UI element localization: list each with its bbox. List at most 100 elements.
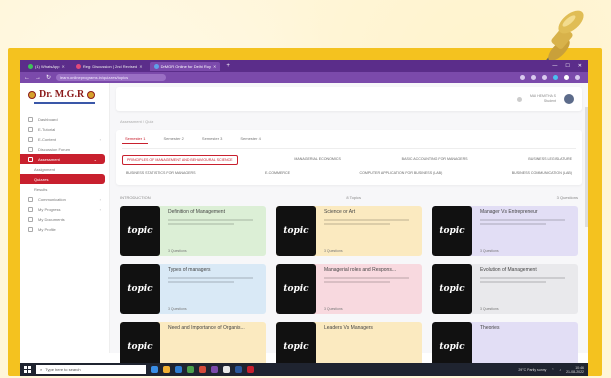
reload-icon[interactable]: ↻ <box>46 74 51 81</box>
window-controls: — ☐ ✕ <box>552 63 588 69</box>
edge-icon[interactable] <box>175 366 182 373</box>
maximize-icon[interactable]: ☐ <box>565 63 569 69</box>
topic-card[interactable]: topic Manager Vs Entrepreneur 3 Question… <box>432 206 578 256</box>
task-view-icon[interactable] <box>151 366 158 373</box>
topic-body: Types of managers 3 Questions <box>164 264 266 314</box>
chrome-icon[interactable] <box>223 366 230 373</box>
extension-icon[interactable] <box>564 75 569 80</box>
network-icon[interactable]: ⌃ <box>551 368 554 372</box>
topic-grid: topic Definition of Management 3 Questio… <box>116 206 582 372</box>
sidebar-item-discussion-forum[interactable]: Discussion Forum <box>20 144 109 154</box>
topic-image: topic <box>432 264 472 314</box>
forum-icon <box>28 146 33 152</box>
file-explorer-icon[interactable] <box>163 366 170 373</box>
new-tab-button[interactable]: + <box>223 63 233 69</box>
subject-tab[interactable]: BUSINESS LEGISLATURE <box>524 155 576 165</box>
browser-tab-drmgr[interactable]: DrMGR Online for Delhi Roy ✕ <box>149 61 221 71</box>
close-icon[interactable]: ✕ <box>139 64 142 69</box>
sidebar: Dr. M.G.R Dashboard E-Tutorial E-Content… <box>20 83 110 353</box>
teams-icon[interactable] <box>211 366 218 373</box>
tab-semester-4[interactable]: Semester 4 <box>237 134 263 144</box>
extension-icon[interactable] <box>542 75 547 80</box>
sidebar-item-assignment[interactable]: Assignment <box>20 164 109 174</box>
tab-semester-2[interactable]: Semester 2 <box>160 134 186 144</box>
subject-tab[interactable]: BUSINESS COMMUNICATION (LAB) <box>508 169 576 177</box>
topic-description <box>168 223 234 225</box>
subject-tab[interactable]: E-COMMERCE <box>261 169 294 177</box>
topic-description <box>168 219 253 221</box>
chevron-right-icon: › <box>99 136 101 142</box>
weather-text[interactable]: 29°C Partly sunny <box>518 368 546 372</box>
chevron-right-icon: › <box>99 196 101 202</box>
taskbar-search-input[interactable]: ⌕ Type here to search <box>36 365 146 374</box>
topic-description <box>324 277 409 279</box>
browser-address-bar: ← → ↻ learn.onlineprograms.in/quizzes/to… <box>20 72 588 83</box>
topic-image: topic <box>432 206 472 256</box>
sidebar-item-quizzes[interactable]: Quizzes <box>20 174 105 184</box>
sidebar-item-communication[interactable]: Communication › <box>20 194 109 204</box>
university-seal-icon <box>28 90 36 99</box>
sidebar-item-results[interactable]: Results <box>20 184 109 194</box>
semester-tabs: Semester 1 Semester 2 Semester 3 Semeste… <box>122 134 576 149</box>
topic-card[interactable]: topic Types of managers 3 Questions <box>120 264 266 314</box>
close-icon[interactable]: ✕ <box>61 64 64 69</box>
sidebar-item-econtent[interactable]: E-Content › <box>20 134 109 144</box>
search-icon: ⌕ <box>40 367 43 372</box>
subject-tab[interactable]: MANAGERIAL ECONOMICS <box>290 155 345 165</box>
extension-icon[interactable] <box>531 75 536 80</box>
back-icon[interactable]: ← <box>24 75 30 81</box>
topic-card[interactable]: topic Science or Art 3 Questions <box>276 206 422 256</box>
sidebar-item-my-profile[interactable]: My Profile <box>20 224 109 234</box>
forward-icon[interactable]: → <box>35 75 41 81</box>
topic-description <box>480 281 546 283</box>
subject-tab[interactable]: BUSINESS STATISTICS FOR MANAGERS <box>122 169 200 177</box>
browser-tab-whatsapp[interactable]: (1) WhatsApp ✕ <box>24 62 69 71</box>
sidebar-item-my-documents[interactable]: My Documents <box>20 214 109 224</box>
topic-title: Need and Importance of Organis... <box>168 325 245 331</box>
close-window-icon[interactable]: ✕ <box>578 63 582 69</box>
tab-semester-3[interactable]: Semester 3 <box>199 134 225 144</box>
university-seal-icon <box>87 90 96 99</box>
extension-icons <box>520 75 584 80</box>
question-count: 3 Questions <box>556 195 578 200</box>
topic-image: topic <box>120 264 160 314</box>
scrollbar[interactable] <box>585 107 588 227</box>
assessment-icon <box>28 156 33 162</box>
word-icon[interactable] <box>235 366 242 373</box>
topic-title: Definition of Management <box>168 209 225 215</box>
topic-card[interactable]: topic Evolution of Management 3 Question… <box>432 264 578 314</box>
sidebar-item-etutorial[interactable]: E-Tutorial <box>20 124 109 134</box>
windows-start-icon[interactable] <box>24 366 31 373</box>
subject-tab[interactable]: COMPUTER APPLICATION FOR BUSINESS (LAB) <box>355 169 446 177</box>
topic-body: Science or Art 3 Questions <box>320 206 422 256</box>
extension-icon[interactable] <box>553 75 558 80</box>
app-icon[interactable] <box>199 366 206 373</box>
url-input[interactable]: learn.onlineprograms.in/quizzes/topics <box>56 74 167 81</box>
subject-tabs-row-2: BUSINESS STATISTICS FOR MANAGERS E-COMME… <box>122 169 576 177</box>
tab-semester-1[interactable]: Semester 1 <box>122 134 149 144</box>
browser-tab-discussion[interactable]: Reg: Discussion | 2nd Revised ✕ <box>72 62 147 71</box>
close-icon[interactable]: ✕ <box>213 64 216 69</box>
content-icon <box>28 136 33 142</box>
subject-tab[interactable]: BASIC ACCOUNTING FOR MANAGERS <box>398 155 472 165</box>
topic-card[interactable]: topic Managerial roles and Respons... 3 … <box>276 264 422 314</box>
avatar[interactable] <box>564 94 574 104</box>
store-icon[interactable] <box>187 366 194 373</box>
topic-body: Manager Vs Entrepreneur 3 Questions <box>476 206 578 256</box>
subject-tab[interactable]: PRINCIPLES OF MANAGEMENT AND BEHAVIOURAL… <box>122 155 238 165</box>
chevron-right-icon: › <box>99 206 101 212</box>
topic-card[interactable]: topic Definition of Management 3 Questio… <box>120 206 266 256</box>
notification-icon[interactable] <box>516 96 522 102</box>
topic-description <box>480 219 565 221</box>
topic-body: Definition of Management 3 Questions <box>164 206 266 256</box>
sidebar-item-my-progress[interactable]: My Progress › <box>20 204 109 214</box>
minimize-icon[interactable]: — <box>552 63 557 69</box>
sidebar-item-assessment[interactable]: Assessment ⌄ <box>20 154 105 164</box>
app-icon[interactable] <box>247 366 254 373</box>
profile-icon[interactable] <box>575 75 580 80</box>
extension-icon[interactable] <box>520 75 525 80</box>
topic-description <box>480 277 565 279</box>
clock[interactable]: 10:46 21-08-2022 <box>566 366 584 374</box>
sidebar-item-dashboard[interactable]: Dashboard <box>20 114 109 124</box>
volume-icon[interactable]: ♪ <box>559 368 561 372</box>
